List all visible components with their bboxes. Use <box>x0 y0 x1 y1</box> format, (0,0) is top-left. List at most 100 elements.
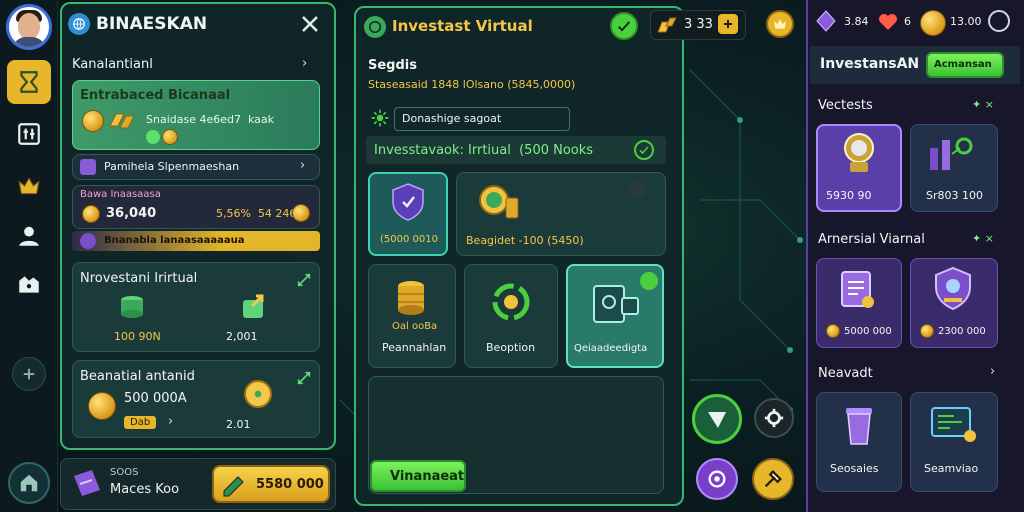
hourglass-icon <box>20 71 38 93</box>
plus-circle-icon <box>23 368 35 380</box>
status-dot-icon <box>146 130 160 144</box>
shop-item-label: Sr803 100 <box>926 189 983 202</box>
tile-caption: Oal ooBa <box>392 321 438 332</box>
home-button[interactable] <box>8 462 50 504</box>
plus-icon <box>724 20 732 28</box>
home-icon <box>20 474 38 492</box>
user-icon <box>19 226 39 246</box>
gem-icon <box>814 9 838 33</box>
shop-item-label: Seamviao <box>924 462 979 475</box>
search-input-value: Donashige sagoat <box>402 112 502 125</box>
info-icon <box>80 233 96 249</box>
close-section-icon[interactable]: ✦ × <box>972 232 994 245</box>
promo-title: Entrabaced Bicanaal <box>80 88 231 103</box>
tile-label: Peannahlan <box>382 341 447 354</box>
card-title: Nrovestani Irirtual <box>80 271 198 286</box>
add-currency-button[interactable] <box>718 14 738 34</box>
recycle-icon <box>488 280 534 324</box>
card-value: 2.01 <box>226 418 251 431</box>
section-header: Kanalantianl <box>72 57 153 72</box>
section-title: Segdis <box>368 58 417 73</box>
chevron-right-icon[interactable]: › <box>990 364 995 379</box>
invest-button-label: Vinanaeat <box>390 469 465 484</box>
bottom-label: Maces Koo <box>110 482 180 497</box>
monitor-icon <box>930 404 978 446</box>
sidebar-item-profile[interactable] <box>7 214 51 258</box>
heart-icon <box>876 9 900 33</box>
sidebar-item-more[interactable] <box>12 357 46 391</box>
promo-subtitle: Snaidase 4e6ed7 kaak <box>146 113 275 126</box>
tile-label: Beoption <box>486 341 536 354</box>
growth-box-icon <box>240 292 270 320</box>
coin-icon <box>292 204 310 222</box>
section-title: Arnersial Viarnal <box>818 232 925 247</box>
chevron-right-icon: › <box>168 414 174 429</box>
send-button[interactable] <box>692 394 742 444</box>
check-button[interactable] <box>610 12 638 40</box>
coin-icon <box>826 324 840 338</box>
check-circle-icon[interactable] <box>634 140 654 160</box>
panel-title: Investast Virtual <box>392 17 533 35</box>
gems-value: 3.84 <box>844 15 869 28</box>
coin-icon <box>82 110 104 132</box>
document-icon <box>592 284 640 326</box>
coins-value: 13.00 <box>950 15 982 28</box>
chevron-right-icon[interactable]: › <box>302 56 307 71</box>
coin-icon <box>82 205 100 223</box>
close-section-icon[interactable]: ✦ × <box>972 98 994 111</box>
balance-value: 36,040 <box>106 206 157 221</box>
chevron-right-icon: › <box>300 158 306 173</box>
info-icon[interactable] <box>630 182 646 198</box>
sidebar-item-invest[interactable] <box>7 60 51 104</box>
bottom-small-label: SOOS <box>110 467 139 478</box>
card-title: Beanatial antanid <box>80 369 195 384</box>
gold-bars-icon <box>108 110 136 130</box>
coin-stack-icon <box>476 182 522 222</box>
crown-button[interactable] <box>766 10 794 38</box>
avatar[interactable] <box>6 4 52 50</box>
panel-title: BINAESKAN <box>96 14 208 34</box>
expand-icon[interactable] <box>296 370 312 386</box>
gear-icon[interactable] <box>370 108 390 128</box>
expand-icon[interactable] <box>296 272 312 288</box>
close-icon <box>302 16 318 32</box>
section-title: Vectests <box>818 98 873 113</box>
card-value: 100 90N <box>114 330 161 343</box>
tile-label: (5000 0010 <box>380 234 438 245</box>
status-badge: Dab <box>124 416 157 429</box>
sidebar-item-map[interactable] <box>7 262 51 306</box>
pencil-icon <box>220 469 248 497</box>
send-icon <box>708 412 726 428</box>
gear-icon <box>764 408 784 428</box>
section-subline: Staseasaid 1848 lOlsano (5845,0000) <box>368 78 576 91</box>
target-button[interactable] <box>696 458 738 500</box>
balance-change: 5,56% 54 2460 <box>216 207 304 220</box>
banner-label: Invesstavaok: Irrtiual (500 Nooks <box>374 143 594 158</box>
sidebar-item-rewards[interactable] <box>7 164 51 208</box>
hammer-button[interactable] <box>752 458 794 500</box>
target-icon <box>708 470 726 488</box>
sidebar-item-tools[interactable] <box>7 112 51 156</box>
buy-button-label: 5580 000 <box>256 477 324 492</box>
coin-icon <box>920 324 934 338</box>
shield-badge-icon <box>932 266 974 312</box>
crown-icon <box>774 19 786 29</box>
gold-bars-icon <box>656 14 678 36</box>
card-value: 500 000A <box>124 391 187 406</box>
cup-icon <box>842 404 876 450</box>
map-icon <box>19 276 39 293</box>
shop-item-label: 2300 000 <box>938 326 986 337</box>
network-icon <box>926 134 976 174</box>
shop-item-label: Seosaies <box>830 462 879 475</box>
list-item-label: Pamihela Slpenmaeshan <box>104 160 240 173</box>
close-button[interactable] <box>298 12 322 36</box>
tools-icon <box>18 123 40 145</box>
coin-icon <box>88 392 116 420</box>
hearts-value: 6 <box>904 15 911 28</box>
check-icon <box>640 272 658 290</box>
settings-button[interactable] <box>754 398 794 438</box>
timer-icon[interactable] <box>988 10 1010 32</box>
banner-label: Bnanabla lanaasaaaaaua <box>104 235 245 246</box>
edit-icon <box>80 159 96 175</box>
shield-icon <box>390 182 426 222</box>
